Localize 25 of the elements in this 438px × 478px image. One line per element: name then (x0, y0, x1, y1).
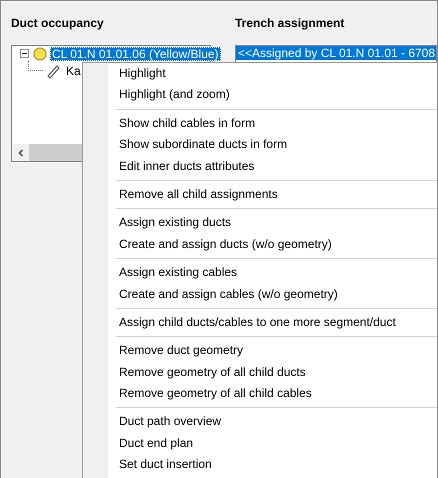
menu-item[interactable]: Remove geometry of all child cables (83, 383, 437, 404)
menu-item[interactable]: Duct path overview (83, 411, 437, 433)
menu-item[interactable]: Show subordinate ducts in form (83, 134, 437, 156)
list-item[interactable]: <<Assigned by CL 01.N 01.01 - 6708 (236, 46, 436, 60)
menu-item[interactable]: Duct end plan (83, 432, 437, 454)
menu-item[interactable]: Highlight (83, 63, 437, 84)
menu-item[interactable]: Remove geometry of all child ducts (83, 362, 437, 384)
menu-item[interactable]: Remove all child assignments (83, 184, 437, 206)
menu-item[interactable]: Highlight (and zoom) (83, 84, 437, 106)
tree-item[interactable]: Ka (64, 64, 83, 78)
panel-title: Duct occupancy (11, 16, 105, 30)
menu-item[interactable]: Edit inner ducts attributes (83, 156, 437, 177)
menu-item[interactable]: Create and assign cables (w/o geometry) (83, 284, 437, 305)
menu-item[interactable]: Assign child ducts/cables to one more segment/duct (83, 312, 437, 334)
menu-item[interactable]: Create and assign ducts (w/o geometry) (83, 234, 437, 256)
menu-item[interactable]: Assign existing ducts (83, 212, 437, 234)
pencil-icon (45, 62, 61, 78)
menu-item[interactable]: Assign existing cables (83, 262, 437, 284)
collapse-icon[interactable] (20, 49, 29, 58)
circle-icon (33, 46, 47, 60)
menu-item[interactable]: Remove duct geometry (83, 340, 437, 362)
menu-item[interactable]: Set duct insertion (83, 454, 437, 476)
menu-item[interactable]: Show child cables in form (83, 112, 437, 134)
tree-item[interactable]: CL 01.N 01.01.06 (Yellow/Blue) (50, 46, 221, 60)
panel-title: Trench assignment (235, 16, 346, 30)
